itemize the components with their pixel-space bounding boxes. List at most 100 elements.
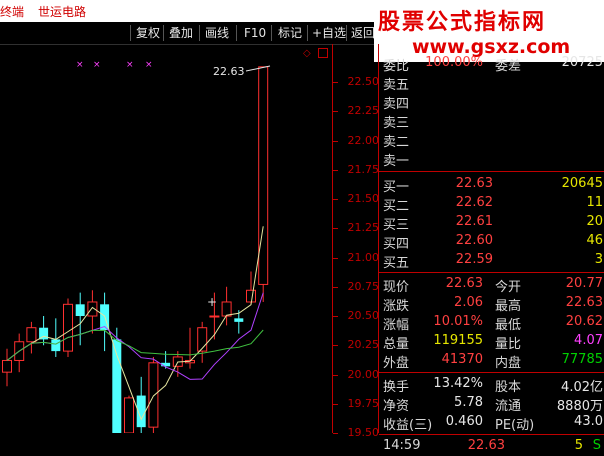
- draw-line-button[interactable]: 画线: [203, 25, 231, 41]
- quote-row: 涨幅 10.01% 最低 20.62: [379, 313, 604, 333]
- bid-volume: 20: [586, 214, 603, 229]
- candlestick-chart[interactable]: × × × × + 22.63: [0, 44, 332, 433]
- quote-label: 流通: [495, 399, 522, 414]
- bid-label: 买二: [383, 199, 410, 214]
- quote-value: 20.77: [565, 276, 603, 291]
- close-icon[interactable]: [318, 48, 328, 58]
- quote-label: 涨幅: [383, 318, 410, 333]
- mark-button[interactable]: 标记: [276, 25, 304, 41]
- quote-row: 卖五: [379, 73, 604, 93]
- candle-body: [124, 397, 134, 433]
- bid-volume: 20645: [561, 176, 603, 191]
- quote-value: 77785: [561, 352, 603, 367]
- f10-button[interactable]: F10: [242, 25, 268, 41]
- candle-body: [246, 289, 256, 303]
- app-title: 终端: [0, 5, 25, 19]
- quote-row: 卖四: [379, 92, 604, 112]
- candle-body: [87, 301, 98, 317]
- quote-row: 卖二: [379, 130, 604, 150]
- tick-direction: S: [592, 438, 601, 453]
- cross-marker-icon: +: [207, 295, 217, 309]
- price-tick-label: 21.75: [347, 162, 380, 176]
- bid-price: 22.61: [455, 214, 493, 229]
- price-tick-label: 21.50: [347, 192, 380, 206]
- panel-divider: [379, 372, 604, 373]
- candle-body: [51, 339, 61, 352]
- quote-value: 8880万: [556, 399, 603, 414]
- price-tick-mark: [333, 374, 338, 376]
- signal-marker-icon: ×: [76, 60, 84, 70]
- price-tick-mark: [333, 82, 338, 84]
- bid-volume: 11: [586, 195, 603, 210]
- quote-row: 换手 13.42% 股本 4.02亿: [379, 375, 604, 395]
- add-watchlist-button[interactable]: +自选: [310, 25, 348, 41]
- price-tick-label: 22.00: [347, 133, 380, 147]
- quote-label: 现价: [383, 280, 410, 295]
- quote-label: 换手: [383, 380, 410, 395]
- quote-label: 卖一: [383, 154, 410, 169]
- overlay-button[interactable]: 叠加: [167, 25, 195, 41]
- quote-value: 0.460: [445, 414, 483, 429]
- quote-label: 委比: [383, 59, 410, 74]
- bid-volume: 3: [594, 252, 603, 267]
- bid-label: 买一: [383, 180, 410, 195]
- bid-label: 买四: [383, 237, 410, 252]
- candle-body: [258, 66, 269, 285]
- price-tick-mark: [333, 169, 338, 171]
- quote-label: 收益(三): [383, 418, 433, 433]
- panel-divider: [379, 171, 604, 172]
- quote-value: 2.06: [454, 295, 483, 310]
- candle-body: [221, 301, 232, 317]
- quote-row: 总量 119155 量比 4.07: [379, 332, 604, 352]
- price-tick-label: 20.75: [347, 279, 380, 293]
- toolbar-separator: [271, 25, 272, 41]
- tick-volume: 5: [574, 438, 583, 453]
- quote-label: 股本: [495, 380, 522, 395]
- toolbar-separator: [163, 25, 164, 41]
- candle-body: [2, 359, 12, 373]
- price-tick-label: 19.75: [347, 396, 380, 410]
- price-tick-mark: [333, 257, 338, 259]
- toolbar-separator: [346, 25, 347, 41]
- quote-label: 委差: [495, 59, 522, 74]
- quote-value: 22.63: [565, 295, 603, 310]
- price-tick-mark: [333, 345, 338, 347]
- quote-label: 卖五: [383, 78, 410, 93]
- quote-label: 外盘: [383, 356, 410, 371]
- candle-body: [148, 362, 159, 428]
- toolbar-separator: [307, 25, 308, 41]
- quote-panel: 委比 100.00% 委差 20725 卖五 卖四 卖三 卖二 卖一 买一 22.63 20645 买二…: [378, 44, 604, 453]
- quote-row: 卖一: [379, 149, 604, 169]
- quote-row: 收益(三) 0.460 PE(动) 43.0: [379, 413, 604, 433]
- quote-value: 100.00%: [425, 55, 483, 70]
- bid-price: 22.60: [455, 233, 493, 248]
- restore-rights-button[interactable]: 复权: [134, 25, 162, 41]
- quote-label: 今开: [495, 280, 522, 295]
- candle-body: [75, 304, 85, 317]
- price-axis: 22.50 22.25 22.00 21.75 21.50 21.25 21.00 20.75…: [332, 44, 380, 439]
- bid-row: 买三 22.61 20: [379, 213, 604, 233]
- price-tick-mark: [333, 316, 338, 317]
- bid-row: 买二 22.62 11: [379, 194, 604, 214]
- quote-label: 最低: [495, 318, 522, 333]
- tick-time: 14:59: [383, 438, 421, 453]
- quote-row: 现价 22.63 今开 20.77: [379, 275, 604, 295]
- bid-price: 22.62: [455, 195, 493, 210]
- bid-label: 买五: [383, 256, 410, 271]
- price-tick-label: 21.00: [347, 250, 380, 264]
- quote-row: 卖三: [379, 111, 604, 131]
- quote-label: 卖四: [383, 97, 410, 112]
- quote-label: 内盘: [495, 356, 522, 371]
- candle-body: [26, 327, 37, 343]
- quote-value: 4.07: [574, 333, 603, 348]
- quote-row: 净资 5.78 流通 8880万: [379, 394, 604, 414]
- diamond-icon[interactable]: ◇: [303, 48, 311, 59]
- price-tick-mark: [333, 403, 338, 405]
- watermark-title: 股票公式指标网: [378, 10, 547, 35]
- quote-label: PE(动): [495, 418, 535, 433]
- signal-marker-icon: ×: [93, 60, 101, 70]
- candle-body: [234, 318, 244, 322]
- bid-row: 买五 22.59 3: [379, 251, 604, 271]
- back-button[interactable]: 返回: [349, 25, 377, 41]
- price-tick-label: 21.25: [347, 221, 380, 235]
